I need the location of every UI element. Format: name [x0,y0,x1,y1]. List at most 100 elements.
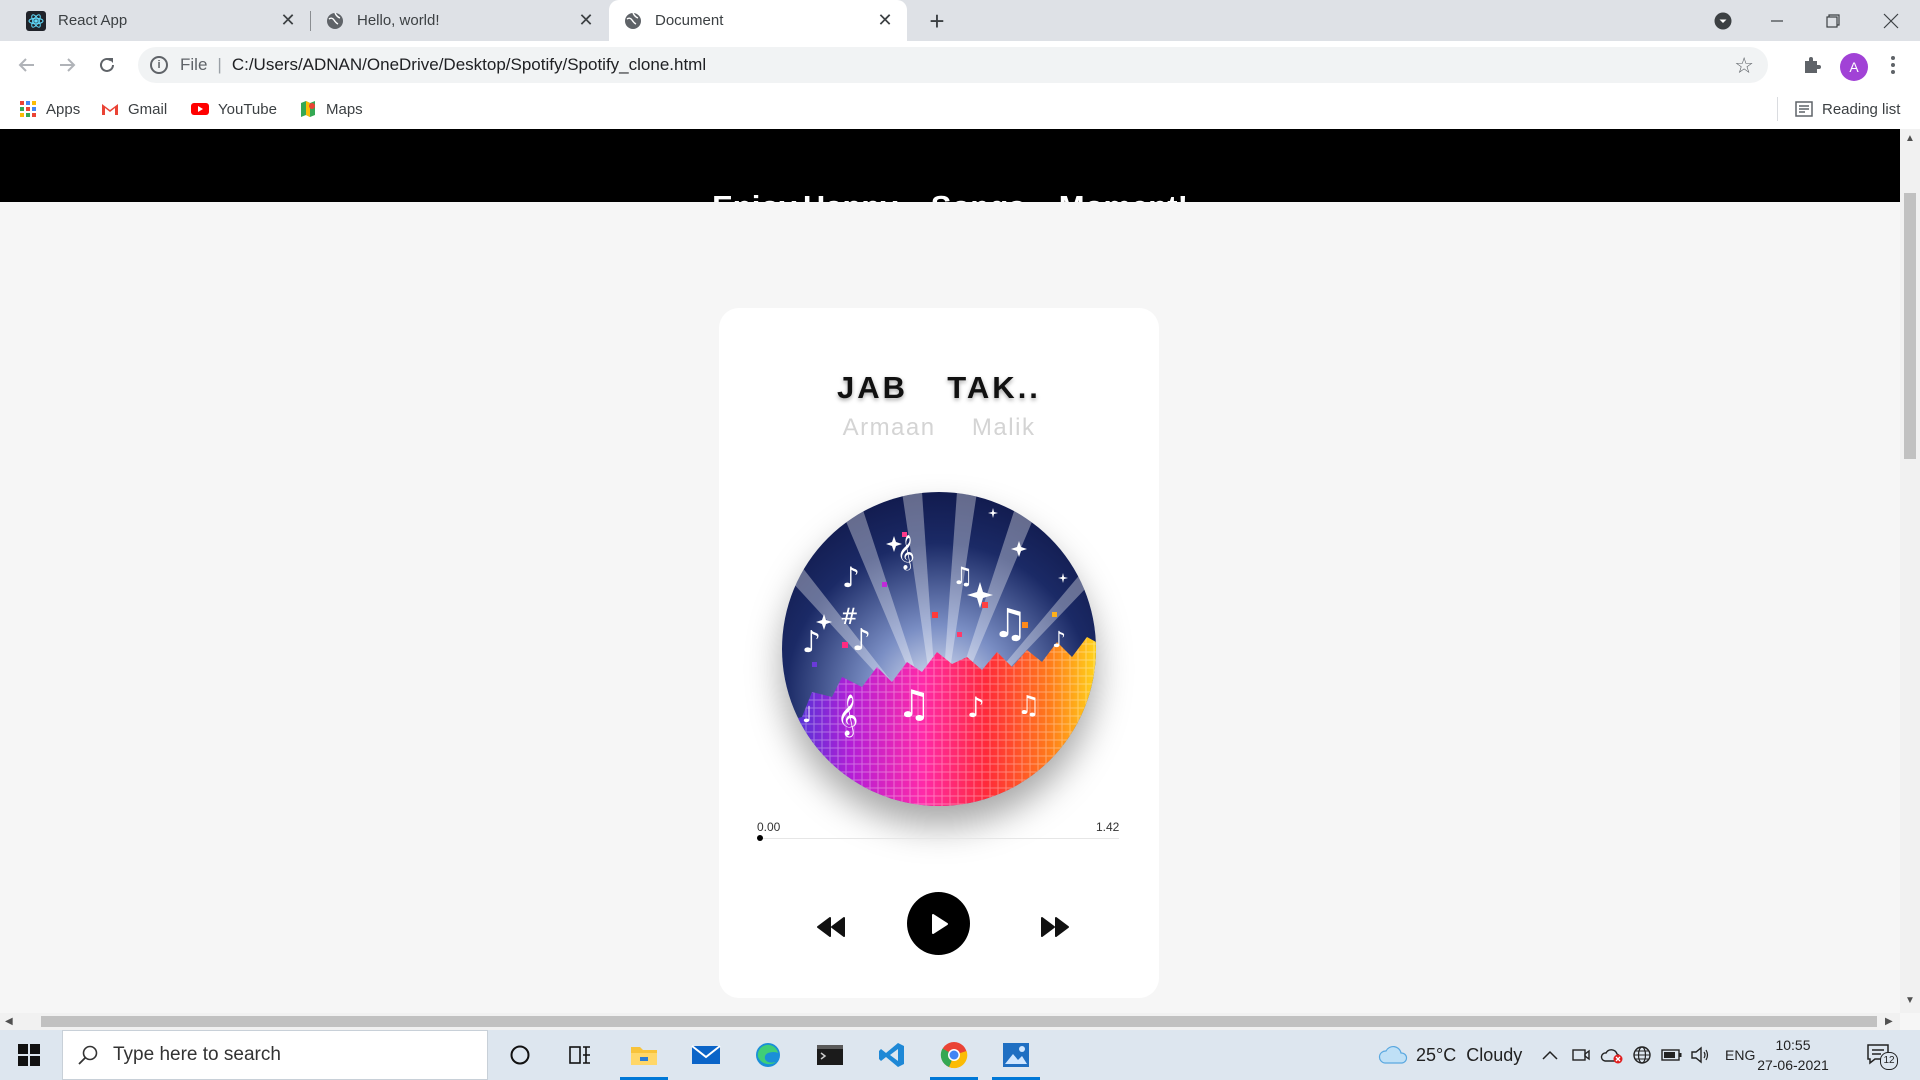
bookmark-maps[interactable]: Maps [299,99,363,119]
progress-handle[interactable] [757,835,763,841]
scroll-left-arrow-icon[interactable]: ◀ [5,1016,13,1027]
restore-icon [1826,13,1840,28]
windows-logo-icon [18,1044,40,1066]
battery-icon[interactable] [1661,1030,1683,1080]
scroll-up-arrow-icon[interactable]: ▲ [1905,133,1915,144]
tab-title: Document [655,12,724,29]
weather-text: 25°C Cloudy [1416,1044,1523,1065]
horizontal-scrollbar[interactable]: ◀ ▶ [0,1013,1900,1030]
gmail-icon [102,104,118,115]
chevron-up-icon [1542,1050,1558,1060]
close-icon [1883,13,1899,28]
photos-icon [1003,1043,1029,1067]
bookmark-apps[interactable]: Apps [19,99,80,119]
action-center-button[interactable]: 12 [1866,1030,1898,1080]
tab-react-app[interactable]: React App ✕ [0,0,310,41]
bookmark-youtube[interactable]: YouTube [191,99,277,119]
next-button[interactable] [1038,914,1072,940]
album-art-image: ♪ 𝄞 ♫ ♫ ♪ ♪ 𝄞 ♫ ♪ ♫ ♪ # ♩ [782,492,1096,806]
fast-forward-icon [1041,917,1069,937]
photos-button[interactable] [988,1030,1044,1080]
close-tab-icon[interactable]: ✕ [278,10,298,30]
menu-button[interactable] [1877,49,1909,81]
show-hidden-icons-button[interactable] [1542,1030,1558,1080]
bookmark-label: Gmail [128,100,168,118]
start-button[interactable] [0,1030,58,1080]
divider: | [217,55,222,74]
weather-widget[interactable]: 25°C Cloudy [1378,1030,1522,1080]
search-icon [78,1045,98,1065]
address-bar[interactable]: i File | C:/Users/ADNAN/OneDrive/Desktop… [138,47,1768,83]
svg-text:♪: ♪ [842,561,860,594]
extensions-button[interactable] [1796,49,1828,81]
tab-title: React App [58,12,128,29]
close-window-button[interactable] [1864,0,1918,41]
onedrive-icon[interactable] [1600,1030,1624,1080]
chrome-button[interactable] [926,1030,982,1080]
terminal-button[interactable] [802,1030,858,1080]
file-explorer-button[interactable] [616,1030,672,1080]
previous-button[interactable] [814,914,848,940]
cortana-button[interactable] [492,1030,548,1080]
reading-list-label: Reading list [1822,100,1901,118]
search-placeholder: Type here to search [113,1044,281,1065]
forward-arrow-icon [60,58,76,72]
tab-search-button[interactable] [1696,0,1750,41]
minimize-icon [1771,19,1783,22]
bookmark-star-icon[interactable]: ☆ [1734,53,1754,79]
svg-text:♪: ♪ [1052,628,1066,653]
new-tab-button[interactable]: + [922,6,952,36]
bookmark-label: Maps [326,100,363,118]
network-globe-icon[interactable] [1632,1030,1652,1080]
chevron-down-icon [1714,12,1732,29]
rewind-icon [817,917,845,937]
play-icon [931,913,948,934]
mail-button[interactable] [678,1030,734,1080]
song-title: JAB TAK.. [837,370,1041,405]
forward-button[interactable] [51,49,83,81]
kebab-menu-icon [1891,56,1895,74]
url-text: C:/Users/ADNAN/OneDrive/Desktop/Spotify/… [231,55,707,74]
back-button[interactable] [11,49,43,81]
tab-document[interactable]: Document ✕ [609,0,907,41]
close-tab-icon[interactable]: ✕ [875,10,895,30]
tab-hello-world[interactable]: Hello, world! ✕ [311,0,608,41]
youtube-icon [191,103,209,115]
svg-text:𝄞: 𝄞 [897,535,915,571]
taskbar-search-box[interactable]: Type here to search [62,1030,488,1080]
scrollbar-thumb[interactable] [41,1016,1877,1027]
volume-icon[interactable] [1690,1030,1710,1080]
bookmark-gmail[interactable]: Gmail [101,99,167,119]
reading-list-button[interactable]: Reading list [1795,99,1900,119]
meet-now-icon[interactable] [1572,1030,1590,1080]
vscode-button[interactable] [864,1030,920,1080]
reload-button[interactable] [91,49,123,81]
scroll-right-arrow-icon[interactable]: ▶ [1885,1016,1893,1027]
svg-text:𝄞: 𝄞 [837,694,858,737]
site-header: Enjoy,Happy Songs Moment! [0,129,1900,202]
system-clock[interactable]: 10:55 27-06-2021 [1748,1035,1838,1075]
browser-toolbar: i File | C:/Users/ADNAN/OneDrive/Desktop… [0,41,1920,89]
edge-button[interactable] [740,1030,796,1080]
back-arrow-icon [18,58,34,72]
svg-text:♪: ♪ [967,691,985,724]
minimize-button[interactable] [1750,0,1804,41]
task-view-button[interactable] [552,1030,608,1080]
play-button[interactable] [907,892,970,955]
svg-text:♫: ♫ [992,601,1028,647]
globe-icon [623,11,643,31]
clock-time: 10:55 [1775,1037,1811,1053]
svg-text:♫: ♫ [1017,691,1040,721]
vertical-scrollbar[interactable]: ▲ ▼ [1900,129,1920,1013]
scrollbar-thumb[interactable] [1904,193,1916,459]
profile-avatar[interactable]: A [1840,53,1868,81]
info-icon[interactable]: i [150,56,168,74]
reload-icon [100,57,114,72]
cortana-icon [510,1045,530,1065]
svg-text:#: # [840,605,858,630]
restore-button[interactable] [1806,0,1860,41]
close-tab-icon[interactable]: ✕ [576,10,596,30]
progress-bar[interactable] [757,838,1119,839]
folder-icon [631,1047,657,1065]
scroll-down-arrow-icon[interactable]: ▼ [1905,995,1915,1006]
